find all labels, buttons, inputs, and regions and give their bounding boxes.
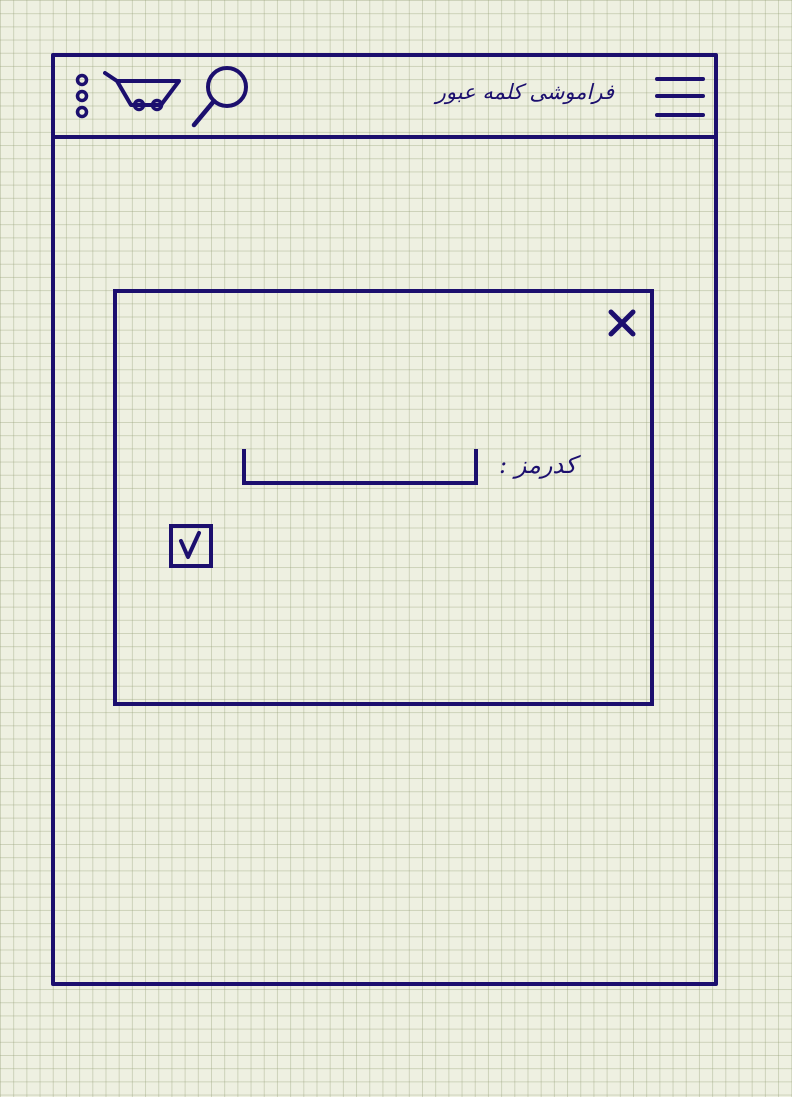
more-vertical-icon[interactable]: [73, 71, 91, 121]
header-bar: فراموشی کلمه عبور: [55, 57, 714, 139]
close-icon[interactable]: [606, 307, 638, 339]
cart-icon[interactable]: [103, 69, 181, 113]
search-icon[interactable]: [189, 63, 253, 131]
page-title: فراموشی کلمه عبور: [435, 80, 615, 104]
password-input[interactable]: [242, 449, 478, 485]
remember-checkbox[interactable]: [168, 523, 214, 573]
password-label: کدرمز :: [499, 451, 577, 479]
password-dialog: کدرمز :: [113, 289, 654, 706]
menu-icon[interactable]: [654, 75, 706, 119]
